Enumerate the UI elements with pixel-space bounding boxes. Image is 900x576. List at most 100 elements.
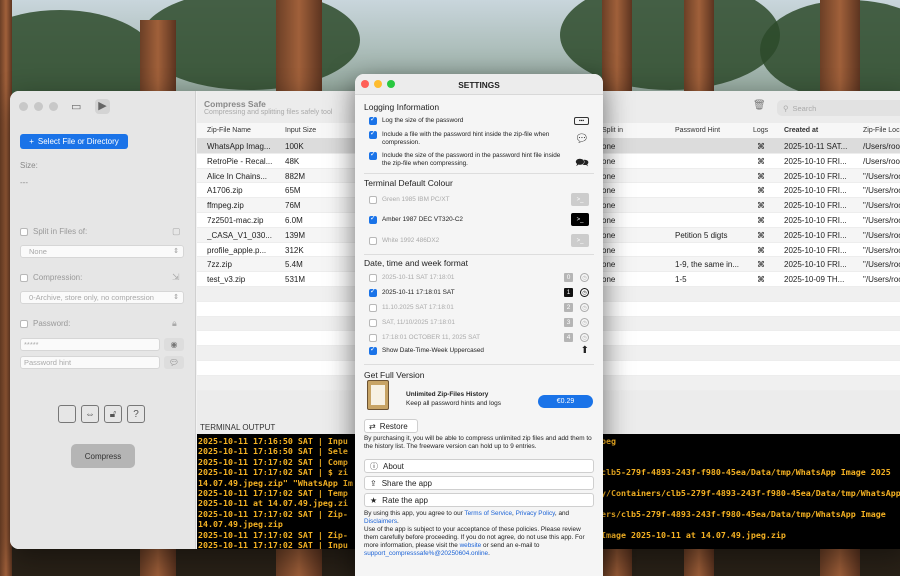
cell-split: one (602, 156, 616, 166)
password-checkbox[interactable] (20, 319, 28, 328)
date-format-option[interactable]: 2025-10-11 17:18:01 SAT (369, 288, 569, 297)
date-format-checkbox[interactable] (369, 304, 377, 312)
cell-loc: "/Users/roo (863, 186, 900, 196)
buy-button[interactable]: €0.29 (538, 395, 593, 408)
cell-logs[interactable]: ⌘ (757, 186, 777, 195)
col-split-in[interactable]: Split in (602, 127, 623, 134)
date-format-checkbox[interactable] (369, 334, 377, 342)
share-icon: ⇪ (370, 478, 377, 488)
cell-created: 2025-10-10 FRI... (784, 171, 847, 181)
uppercase-checkbox[interactable] (369, 346, 377, 355)
logging-heading: Logging Information (364, 102, 440, 112)
terminal-line: Image 2025-10-11 at 14.07.49.jpeg.zip (601, 529, 786, 540)
share-button[interactable]: ⇪ Share the app (364, 476, 594, 490)
compression-toggle[interactable]: Compression: (20, 273, 82, 282)
cell-logs[interactable]: ⌘ (757, 260, 777, 269)
cell-name: test_v3.zip (207, 275, 246, 285)
amber-terminal-option[interactable]: Amber 1987 DEC VT320-C2 (369, 215, 569, 224)
cell-split: one (602, 260, 616, 270)
split-checkbox[interactable] (20, 227, 28, 236)
email-link[interactable]: support_compresssafe%@20250604.online (364, 550, 488, 557)
cell-logs[interactable]: ⌘ (757, 216, 777, 225)
log-password-size-checkbox[interactable] (369, 116, 377, 125)
col-created-at[interactable]: Created at (784, 127, 818, 134)
about-button[interactable]: ⓘ About (364, 459, 594, 473)
password-hint-field[interactable]: Password hint (20, 356, 160, 369)
eye-icon[interactable]: ◉ (164, 338, 184, 351)
format-number-badge: 0 (564, 273, 573, 282)
settings-window: SETTINGS Logging Information Log the siz… (355, 74, 603, 576)
window-controls[interactable] (19, 102, 58, 111)
terminal-line: ers/clb5-279f-4893-243f-f980-45ea/Data/t… (601, 508, 886, 519)
col-zip-file-name[interactable]: Zip-File Name (207, 127, 251, 134)
include-password-size-checkbox[interactable] (369, 151, 377, 160)
sidebar-toggle-icon[interactable]: ▭ (71, 100, 85, 113)
cell-logs[interactable]: ⌘ (757, 275, 777, 284)
app-title: Compress Safe (204, 99, 266, 109)
star-icon: ★ (370, 495, 378, 505)
clipboard-icon (367, 380, 389, 410)
log-password-size-option[interactable]: Log the size of the password (369, 116, 569, 125)
col-zip-file-loc[interactable]: Zip-File Loc (863, 127, 900, 134)
date-format-checkbox[interactable] (369, 319, 377, 327)
date-format-checkbox[interactable] (369, 274, 377, 282)
trash-icon[interactable]: 🗑︎ (753, 100, 766, 111)
include-hint-file-option[interactable]: Include a file with the password hint in… (369, 130, 569, 147)
cell-name: Alice In Chains... (207, 171, 268, 181)
white-terminal-option[interactable]: White 1992 486DX2 (369, 237, 569, 245)
feature-icons: ⇔ 🔓︎ ? (58, 405, 145, 423)
clock-icon: ◷ (580, 333, 589, 342)
cell-logs[interactable]: ⌘ (757, 142, 777, 151)
select-file-button[interactable]: + Select File or Directory (20, 134, 128, 149)
white-terminal-checkbox[interactable] (369, 237, 377, 245)
close-dot[interactable] (19, 102, 28, 111)
password-toggle[interactable]: Password: (20, 319, 70, 328)
include-hint-file-checkbox[interactable] (369, 130, 377, 139)
include-password-size-option[interactable]: Include the size of the password in the … (369, 151, 569, 168)
col-password-hint[interactable]: Password Hint (675, 127, 720, 134)
website-link[interactable]: website (460, 542, 482, 549)
privacy-link[interactable]: Privacy Policy (516, 510, 555, 517)
cell-split: one (602, 142, 616, 151)
disclaimers-link[interactable]: Disclaimers (364, 518, 397, 525)
cell-logs[interactable]: ⌘ (757, 246, 777, 255)
minimize-dot[interactable] (34, 102, 43, 111)
cell-created: 2025-10-10 FRI... (784, 156, 847, 166)
green-terminal-checkbox[interactable] (369, 196, 377, 204)
uppercase-option[interactable]: Show Date-Time-Week Uppercased (369, 346, 569, 355)
compress-large-icon: ⇔ (81, 405, 99, 423)
cell-logs[interactable]: ⌘ (757, 172, 777, 181)
search-input[interactable]: ⚲ Search (777, 100, 900, 116)
compression-checkbox[interactable] (20, 273, 28, 282)
clock-icon: ◷ (580, 273, 589, 282)
cell-created: 2025-10-10 FRI... (784, 230, 847, 240)
compress-button[interactable]: Compress (71, 444, 135, 468)
date-format-checkbox[interactable] (369, 288, 377, 297)
rate-button[interactable]: ★ Rate the app (364, 493, 594, 507)
terminal-line: y/Containers/clb5-279f-4893-243f-f980-45… (601, 487, 900, 498)
play-icon[interactable]: ▶ (95, 99, 110, 114)
split-select[interactable]: None ⇕ (20, 245, 184, 258)
split-toggle[interactable]: Split in Files of: (20, 227, 87, 236)
cell-logs[interactable]: ⌘ (757, 201, 777, 210)
cell-created: 2025-10-10 FRI... (784, 260, 847, 270)
date-format-option[interactable]: SAT, 11/10/2025 17:18:01 (369, 319, 569, 327)
password-field[interactable]: ***** (20, 338, 160, 351)
date-format-option[interactable]: 11.10.2025 SAT 17:18:01 (369, 304, 569, 312)
col-logs[interactable]: Logs (753, 127, 768, 134)
compression-select[interactable]: 0-Archive, store only, no compression ⇕ (20, 291, 184, 304)
hint-icon[interactable]: 💬︎ (164, 356, 184, 369)
cell-logs[interactable]: ⌘ (757, 157, 777, 166)
cell-logs[interactable]: ⌘ (757, 231, 777, 240)
uppercase-icon: ⬆ (580, 345, 589, 356)
cell-size: 100K (285, 142, 304, 151)
restore-button[interactable]: ⇄ Restore (364, 419, 418, 433)
amber-terminal-checkbox[interactable] (369, 215, 377, 224)
cell-size: 65M (285, 186, 301, 196)
green-terminal-option[interactable]: Green 1985 IBM PC/XT (369, 196, 569, 204)
zoom-dot[interactable] (49, 102, 58, 111)
col-input-size[interactable]: Input Size (285, 127, 316, 134)
terms-link[interactable]: Terms of Service (464, 510, 512, 517)
date-format-option[interactable]: 17:18:01 OCTOBER 11, 2025 SAT (369, 334, 569, 342)
date-format-option[interactable]: 2025-10-11 SAT 17:18:01 (369, 274, 569, 282)
